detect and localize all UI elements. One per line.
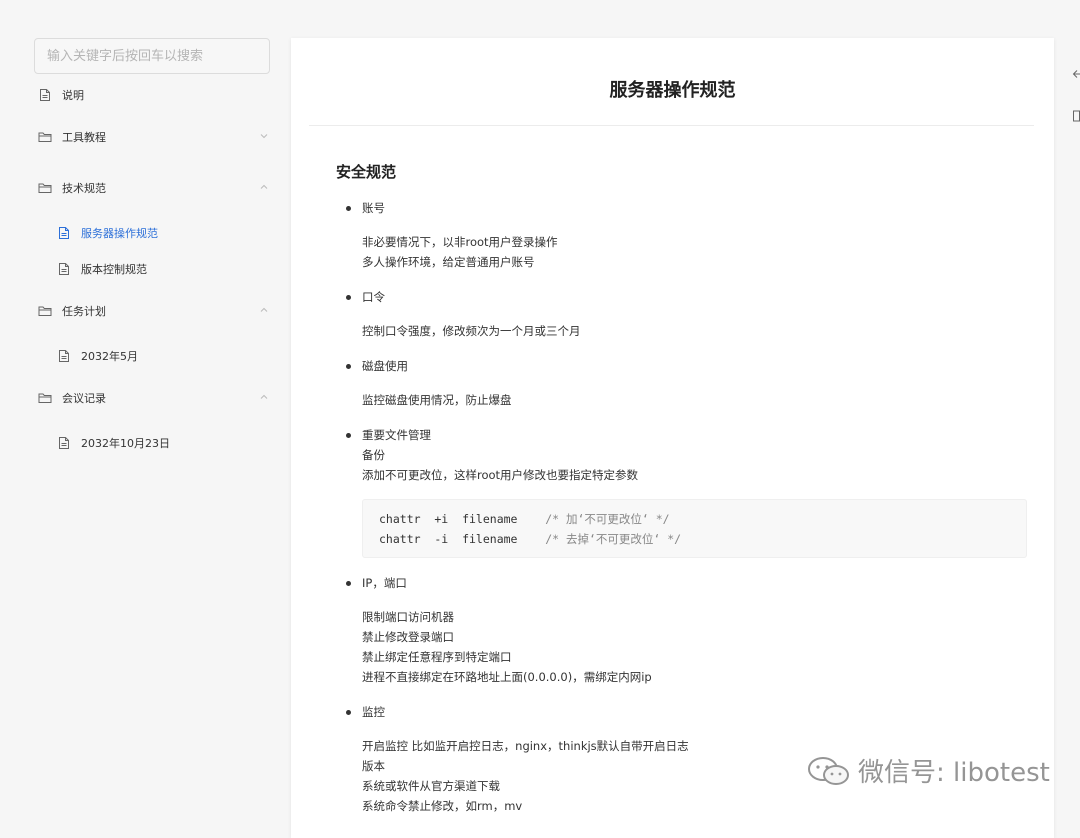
paragraph-line: 系统或软件从官方渠道下载: [362, 779, 500, 793]
sidebar-item-oct-23-2032[interactable]: 2032年10月23日: [57, 435, 170, 451]
back-arrow-icon[interactable]: [1072, 68, 1080, 80]
paragraph-line: 禁止修改登录端口: [362, 630, 454, 644]
paragraph-line: 进程不直接绑定在环路地址上面(0.0.0.0)，需绑定内网ip: [362, 670, 652, 684]
sidebar: 说明 工具教程 技术规范 服务器操作规范 版本控制规范 任务计划 2032年5月…: [0, 0, 290, 820]
paragraph-line: 多人操作环境，给定普通用户账号: [362, 255, 535, 269]
paragraph-line: 限制端口访问机器: [362, 610, 454, 624]
paragraph-line: 添加不可更改位，这样root用户修改也要指定特定参数: [362, 468, 639, 482]
sidebar-item-label: 版本控制规范: [81, 263, 147, 276]
document-icon: [40, 89, 50, 101]
folder-icon: [38, 183, 52, 193]
sidebar-item-task-plan[interactable]: 任务计划: [38, 303, 106, 319]
sidebar-item-version-control[interactable]: 版本控制规范: [57, 261, 147, 277]
document-icon: [59, 437, 69, 449]
document-icon: [59, 263, 69, 275]
paragraph-line: 非必要情况下，以非root用户登录操作: [362, 235, 558, 249]
paragraph-line: 备份: [362, 448, 385, 462]
code-line: chattr +i filename /* 加‘不可更改位‘ */: [379, 511, 670, 527]
paragraph-line: 禁止绑定任意程序到特定端口: [362, 650, 512, 664]
sidebar-item-label: 任务计划: [62, 305, 106, 318]
sidebar-item-tools[interactable]: 工具教程: [38, 129, 106, 145]
watermark: 微信号: libotest: [806, 752, 1050, 789]
paragraph-line: 系统命令禁止修改，如rm，mv: [362, 799, 523, 813]
wechat-logo-icon: [808, 756, 849, 785]
chevron-up-icon[interactable]: [258, 181, 270, 193]
code-command: chattr +i filename: [379, 512, 518, 526]
paragraph-line: 控制口令强度，修改频次为一个月或三个月: [362, 324, 581, 338]
sidebar-item-may-2032[interactable]: 2032年5月: [57, 348, 138, 364]
paragraph-line: 监控磁盘使用情况，防止爆盘: [362, 393, 512, 407]
list-item: 重要文件管理: [346, 428, 431, 442]
chevron-up-icon[interactable]: [258, 391, 270, 403]
paragraph-line: 开启监控 比如监开启控日志，nginx，thinkjs默认自带开启日志: [362, 739, 689, 753]
chevron-up-icon[interactable]: [258, 304, 270, 316]
folder-icon: [38, 393, 52, 403]
sidebar-item-label: 会议记录: [62, 392, 106, 405]
list-item: 磁盘使用: [346, 359, 408, 373]
code-block: chattr +i filename /* 加‘不可更改位‘ */ chattr…: [362, 499, 1027, 558]
sidebar-item-label: 说明: [62, 89, 84, 102]
code-command: chattr -i filename: [379, 532, 518, 546]
list-item: IP，端口: [346, 576, 407, 590]
document-icon: [59, 350, 69, 362]
section-title: 安全规范: [336, 163, 397, 181]
sidebar-item-label: 工具教程: [62, 131, 106, 144]
chevron-down-icon[interactable]: [258, 130, 270, 142]
page-title: 服务器操作规范: [609, 80, 736, 101]
list-item: 监控: [346, 705, 385, 719]
article-card: 服务器操作规范 安全规范 账号 非必要情况下，以非root用户登录操作 多人操作…: [291, 38, 1054, 838]
sidebar-item-meeting-notes[interactable]: 会议记录: [38, 390, 106, 406]
title-divider: [309, 125, 1034, 126]
watermark-text: 微信号: libotest: [858, 758, 1050, 788]
sidebar-item-tech-spec[interactable]: 技术规范: [38, 180, 106, 196]
code-line: chattr -i filename /* 去掉‘不可更改位‘ */: [379, 531, 681, 547]
folder-icon: [38, 306, 52, 316]
sidebar-item-label: 服务器操作规范: [81, 227, 158, 240]
code-comment: /* 去掉‘不可更改位‘ */: [545, 532, 682, 546]
sidebar-item-server-ops[interactable]: 服务器操作规范: [57, 225, 158, 241]
search-input[interactable]: [34, 38, 270, 74]
sidebar-item-label: 技术规范: [62, 182, 106, 195]
list-item: 口令: [346, 290, 385, 304]
folder-icon: [38, 132, 52, 142]
sidebar-item-label: 2032年5月: [81, 350, 138, 363]
document-icon: [59, 227, 69, 239]
paragraph-line: 版本: [362, 759, 385, 773]
code-comment: /* 加‘不可更改位‘ */: [545, 512, 670, 526]
sidebar-item-label: 2032年10月23日: [81, 437, 170, 450]
sidebar-item-readme[interactable]: 说明: [38, 87, 84, 103]
list-item: 账号: [346, 201, 385, 215]
document-icon[interactable]: [1072, 110, 1080, 122]
